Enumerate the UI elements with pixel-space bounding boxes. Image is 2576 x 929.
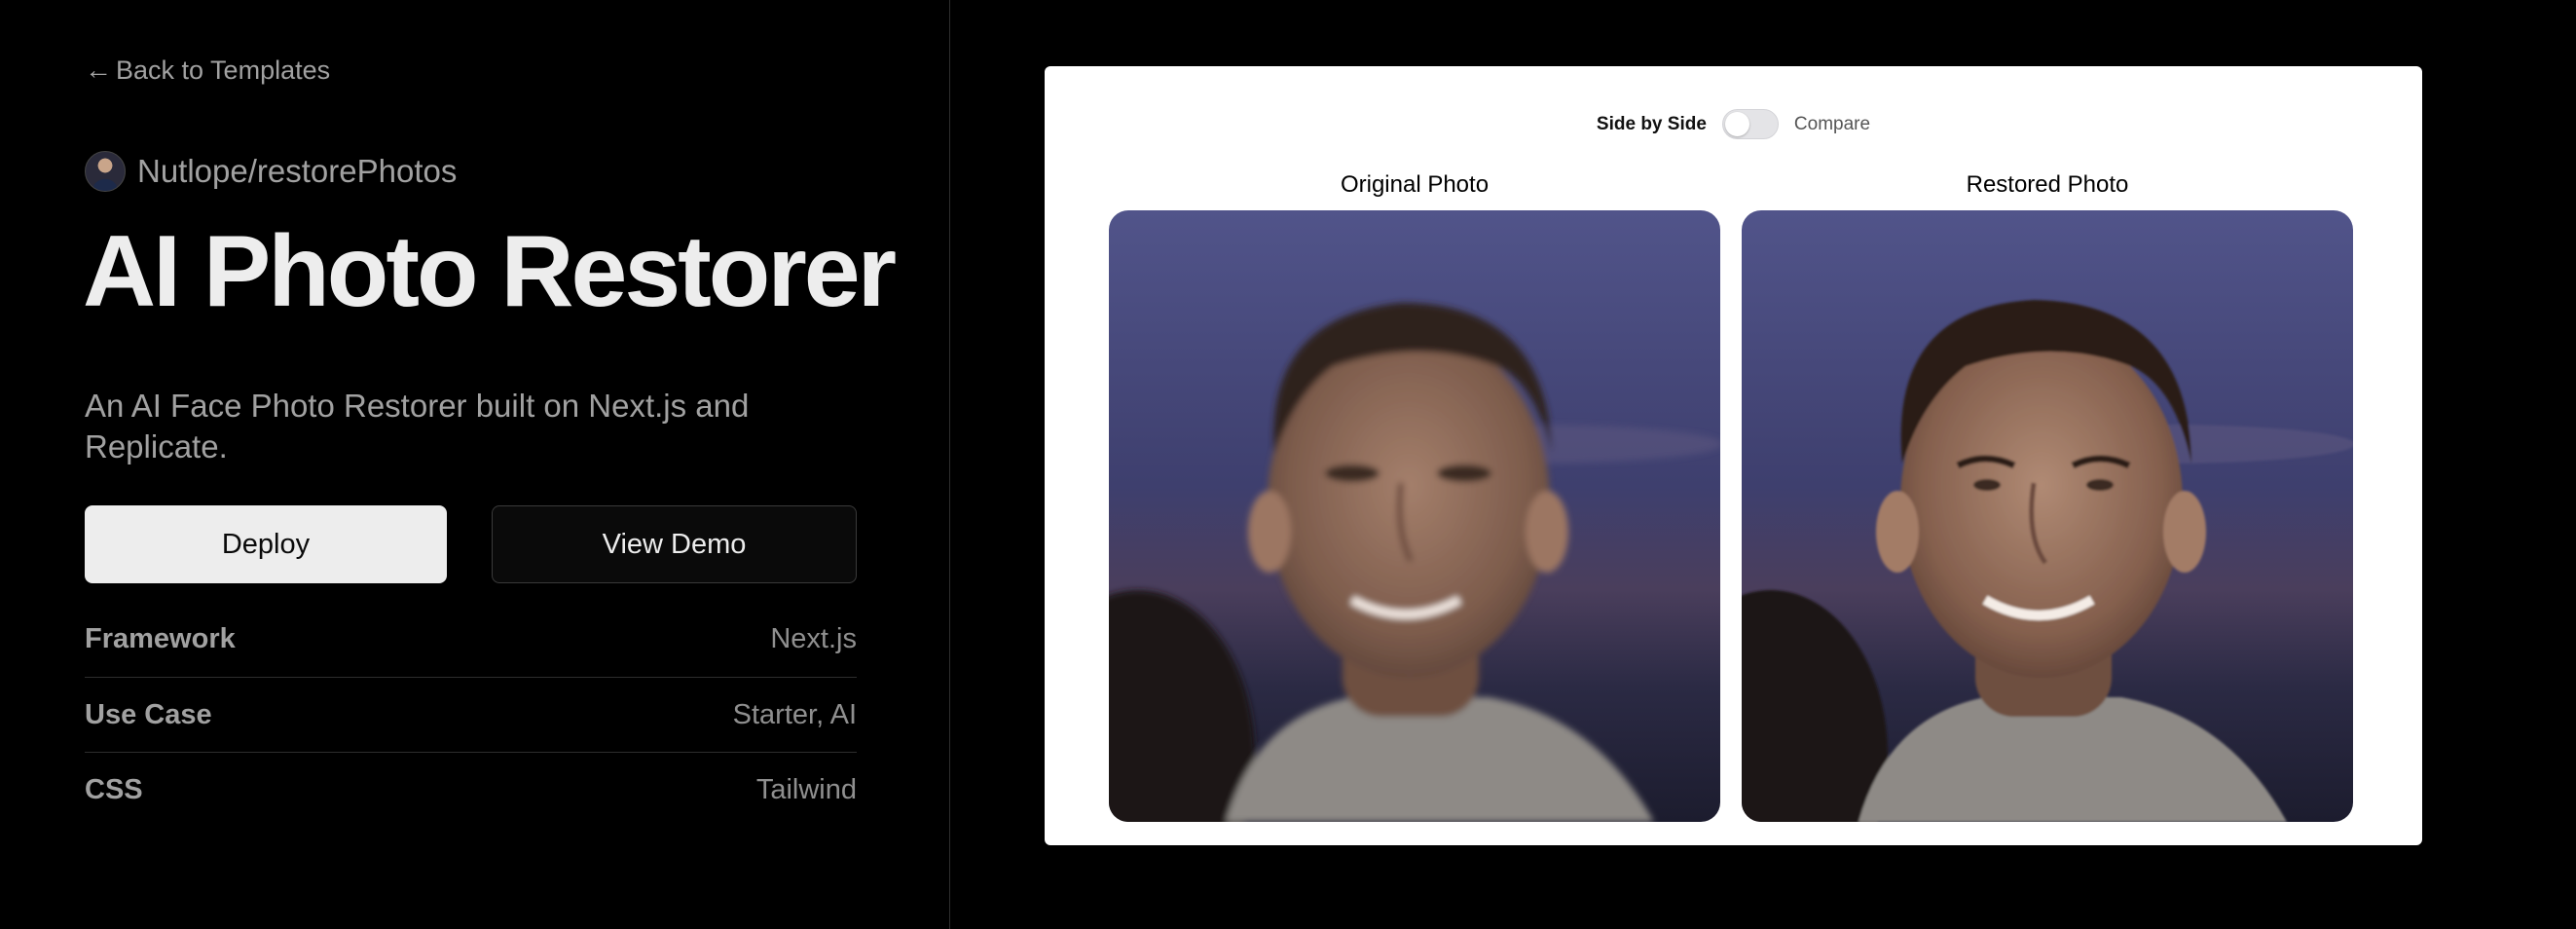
meta-row-framework: Framework Next.js xyxy=(85,602,857,677)
meta-key: CSS xyxy=(85,773,143,805)
meta-row-css: CSS Tailwind xyxy=(85,752,857,827)
preview-card: Side by Side Compare Original Photo Rest… xyxy=(1045,66,2422,845)
deploy-button[interactable]: Deploy xyxy=(85,505,447,583)
repo-name: Nutlope/restorePhotos xyxy=(137,153,458,189)
side-by-side-label: Side by Side xyxy=(1596,113,1707,134)
view-demo-button[interactable]: View Demo xyxy=(492,505,857,583)
meta-value[interactable]: Tailwind xyxy=(756,774,857,806)
meta-value[interactable]: Starter, AI xyxy=(733,699,857,731)
back-to-templates-link[interactable]: ← Back to Templates xyxy=(85,55,330,86)
page-title: AI Photo Restorer xyxy=(83,215,897,328)
original-photo xyxy=(1109,210,1720,822)
meta-row-use-case: Use Case Starter, AI xyxy=(85,677,857,752)
original-photo-column: Original Photo xyxy=(1109,173,1720,822)
restored-photo-column: Restored Photo xyxy=(1742,173,2353,822)
view-mode-toggle[interactable] xyxy=(1721,109,1779,139)
back-link-label: Back to Templates xyxy=(116,55,331,85)
template-description: An AI Face Photo Restorer built on Next.… xyxy=(85,388,750,464)
meta-key: Framework xyxy=(85,623,236,654)
back-arrow-icon: ← xyxy=(85,55,112,85)
portrait-image xyxy=(1742,210,2353,822)
restored-photo xyxy=(1742,210,2353,822)
restored-photo-label: Restored Photo xyxy=(1966,171,2129,198)
template-page: ← Back to Templates Nutlope/restorePhoto… xyxy=(0,0,2576,929)
author-row[interactable]: Nutlope/restorePhotos xyxy=(85,151,457,192)
compare-label: Compare xyxy=(1793,113,1871,134)
avatar xyxy=(85,151,126,192)
template-meta-list: Framework Next.js Use Case Starter, AI C… xyxy=(85,602,857,827)
meta-value[interactable]: Next.js xyxy=(770,623,857,655)
view-mode-toggle-row: Side by Side Compare xyxy=(1045,109,2422,139)
portrait-image xyxy=(1109,210,1720,822)
meta-key: Use Case xyxy=(85,698,212,730)
template-info-panel: ← Back to Templates Nutlope/restorePhoto… xyxy=(0,0,950,929)
original-photo-label: Original Photo xyxy=(1340,171,1490,198)
toggle-knob xyxy=(1724,112,1749,136)
